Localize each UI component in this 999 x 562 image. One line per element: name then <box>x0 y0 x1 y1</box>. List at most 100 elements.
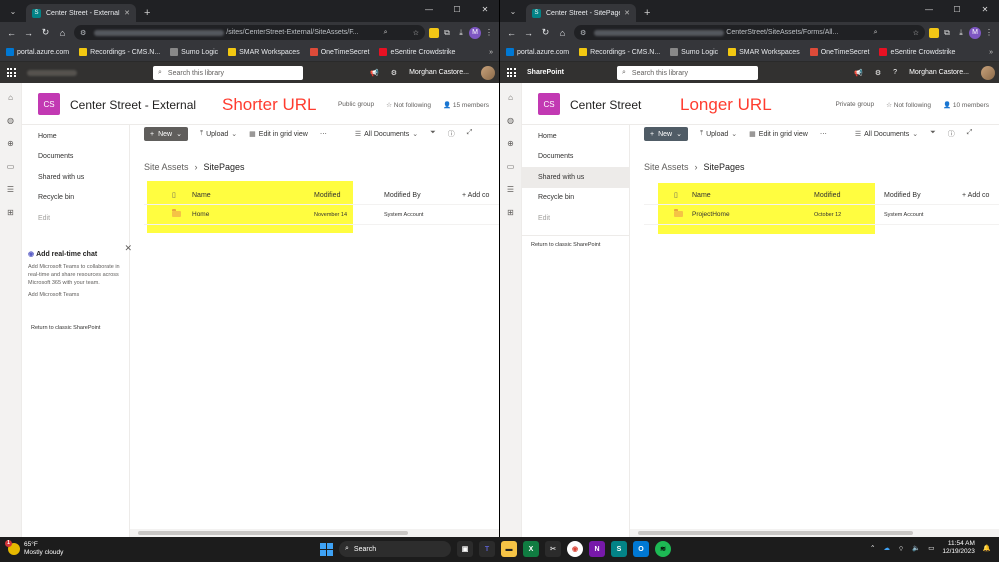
return-to-classic-link[interactable]: Return to classic SharePoint <box>22 325 100 331</box>
horizontal-scrollbar[interactable] <box>630 529 999 537</box>
col-modified[interactable]: Modified <box>314 192 384 199</box>
breadcrumb-site-assets[interactable]: Site Assets <box>644 162 689 172</box>
extension-icon[interactable] <box>429 27 439 38</box>
col-modified[interactable]: Modified <box>814 192 884 199</box>
bookmark-item[interactable]: portal.azure.com <box>506 48 569 56</box>
site-logo[interactable]: CS <box>538 93 560 115</box>
bookmark-star-icon[interactable]: ☆ <box>909 29 919 37</box>
maximize-icon[interactable]: ☐ <box>443 0 471 18</box>
filter-icon[interactable]: ⏷ <box>930 129 936 139</box>
new-button[interactable]: + New ⌄ <box>644 127 688 141</box>
bookmark-item[interactable]: Sumo Logic <box>170 48 218 56</box>
grid-view-button[interactable]: ▦ Edit in grid view <box>249 130 308 139</box>
nav-item-home[interactable]: Home <box>522 126 629 147</box>
home-icon[interactable]: ⌂ <box>555 25 570 40</box>
excel-icon[interactable]: X <box>523 541 539 557</box>
nav-item-shared-with-us[interactable]: Shared with us <box>522 167 629 188</box>
url-field[interactable]: ⚙ CenterStreet/SiteAssets/Forms/All... ⌕… <box>574 25 925 40</box>
view-selector[interactable]: ☰ All Documents ⌄ <box>855 130 918 139</box>
help-icon[interactable]: ? <box>893 69 897 76</box>
chrome-menu-icon[interactable]: ⋮ <box>483 27 495 39</box>
downloads-icon[interactable]: ⤓ <box>955 27 967 39</box>
filter-icon[interactable]: ⏷ <box>430 129 436 139</box>
tray-overflow-icon[interactable]: ⌃ <box>870 544 875 552</box>
browser-tab[interactable]: S Center Street - External - SitePa ✕ <box>26 4 136 22</box>
site-info-icon[interactable]: ⚙ <box>580 29 586 37</box>
members-button[interactable]: 👤 15 members <box>443 101 489 109</box>
downloads-icon[interactable]: ⤓ <box>455 27 467 39</box>
bookmark-item[interactable]: SMAR Workspaces <box>728 48 800 56</box>
spotify-icon[interactable]: ≋ <box>655 541 671 557</box>
plus-circle-icon[interactable]: ⊕ <box>7 137 14 149</box>
tab-close-icon[interactable]: ✕ <box>624 9 630 17</box>
list-icon[interactable]: ☰ <box>7 183 14 195</box>
back-icon[interactable]: ← <box>4 25 19 40</box>
clock[interactable]: 11:54 AM 12/19/2023 <box>942 540 975 557</box>
profile-avatar[interactable]: M <box>969 26 981 39</box>
nav-item-documents[interactable]: Documents <box>22 147 129 168</box>
taskbar-search[interactable]: ⌕ Search <box>339 541 451 557</box>
megaphone-icon[interactable]: 📢 <box>854 69 863 77</box>
minimize-icon[interactable]: — <box>915 0 943 18</box>
extension-icon[interactable] <box>929 27 939 38</box>
row-name[interactable]: Home <box>174 211 314 218</box>
bookmark-item[interactable]: portal.azure.com <box>6 48 69 56</box>
notifications-icon[interactable]: 🔔 <box>983 544 991 552</box>
outlook-icon[interactable]: O <box>633 541 649 557</box>
info-icon[interactable]: ⓘ <box>948 129 955 139</box>
bookmark-item[interactable]: Sumo Logic <box>670 48 718 56</box>
new-tab-icon[interactable]: + <box>144 7 150 19</box>
new-button[interactable]: + New ⌄ <box>144 127 188 141</box>
bookmark-item[interactable]: Recordings - CMS.N... <box>79 48 160 56</box>
settings-gear-icon[interactable]: ⚙ <box>391 69 397 77</box>
follow-button[interactable]: ☆ Not following <box>886 101 931 109</box>
col-modified-by[interactable]: Modified By <box>884 192 962 199</box>
bookmark-item[interactable]: eSentire Crowdstrike <box>879 48 955 56</box>
nav-item-recycle-bin[interactable]: Recycle bin <box>522 188 629 209</box>
site-title[interactable]: Center Street <box>570 98 641 112</box>
follow-button[interactable]: ☆ Not following <box>386 101 431 109</box>
more-icon[interactable]: ⋯ <box>320 130 327 138</box>
weather-widget[interactable]: 1 65°F Mostly cloudy <box>5 539 63 557</box>
close-window-icon[interactable]: ✕ <box>471 0 499 18</box>
home-icon[interactable]: ⌂ <box>55 25 70 40</box>
view-selector[interactable]: ☰ All Documents ⌄ <box>355 130 418 139</box>
app-launcher-icon[interactable] <box>505 67 517 79</box>
bookmark-star-icon[interactable]: ☆ <box>409 29 419 37</box>
document-icon[interactable]: ▭ <box>507 160 515 172</box>
close-window-icon[interactable]: ✕ <box>971 0 999 18</box>
bookmark-item[interactable]: eSentire Crowdstrike <box>379 48 455 56</box>
forward-icon[interactable]: → <box>521 25 536 40</box>
reload-icon[interactable]: ↻ <box>38 25 53 40</box>
tab-search-icon[interactable]: ⌄ <box>506 4 520 18</box>
user-name[interactable]: Morghan Castore... <box>409 69 469 76</box>
volume-icon[interactable]: 🔈 <box>912 544 920 552</box>
profile-avatar[interactable]: M <box>469 26 481 39</box>
document-icon[interactable]: ▭ <box>7 160 15 172</box>
upload-button[interactable]: ⤒ Upload ⌄ <box>200 130 237 138</box>
home-icon[interactable]: ⌂ <box>8 91 13 103</box>
snipping-tool-icon[interactable]: ✂ <box>545 541 561 557</box>
search-box[interactable]: ⌕ Search this library <box>617 66 758 80</box>
table-row[interactable]: Home November 14 System Account <box>144 205 499 225</box>
settings-gear-icon[interactable]: ⚙ <box>875 69 881 77</box>
url-field[interactable]: ⚙ /sites/CenterStreet-External/SiteAsset… <box>74 25 425 40</box>
chrome-menu-icon[interactable]: ⋮ <box>983 27 995 39</box>
wifi-icon[interactable]: ⌔ <box>898 544 904 553</box>
teams-icon[interactable]: T <box>479 541 495 557</box>
megaphone-icon[interactable]: 📢 <box>370 69 379 77</box>
add-column-button[interactable]: + Add co <box>462 192 489 199</box>
back-icon[interactable]: ← <box>504 25 519 40</box>
globe-icon[interactable]: ◍ <box>507 114 514 126</box>
nav-edit-link[interactable]: Edit <box>22 208 129 229</box>
reload-icon[interactable]: ↻ <box>538 25 553 40</box>
onedrive-icon[interactable]: ☁ <box>883 544 890 552</box>
bookmark-item[interactable]: Recordings - CMS.N... <box>579 48 660 56</box>
breadcrumb-site-assets[interactable]: Site Assets <box>144 162 189 172</box>
create-icon[interactable]: ⊞ <box>507 206 514 218</box>
app-launcher-icon[interactable] <box>5 67 17 79</box>
list-icon[interactable]: ☰ <box>507 183 514 195</box>
user-photo[interactable] <box>481 65 495 80</box>
battery-icon[interactable]: ▭ <box>928 544 934 552</box>
sharepoint-icon[interactable]: S <box>611 541 627 557</box>
